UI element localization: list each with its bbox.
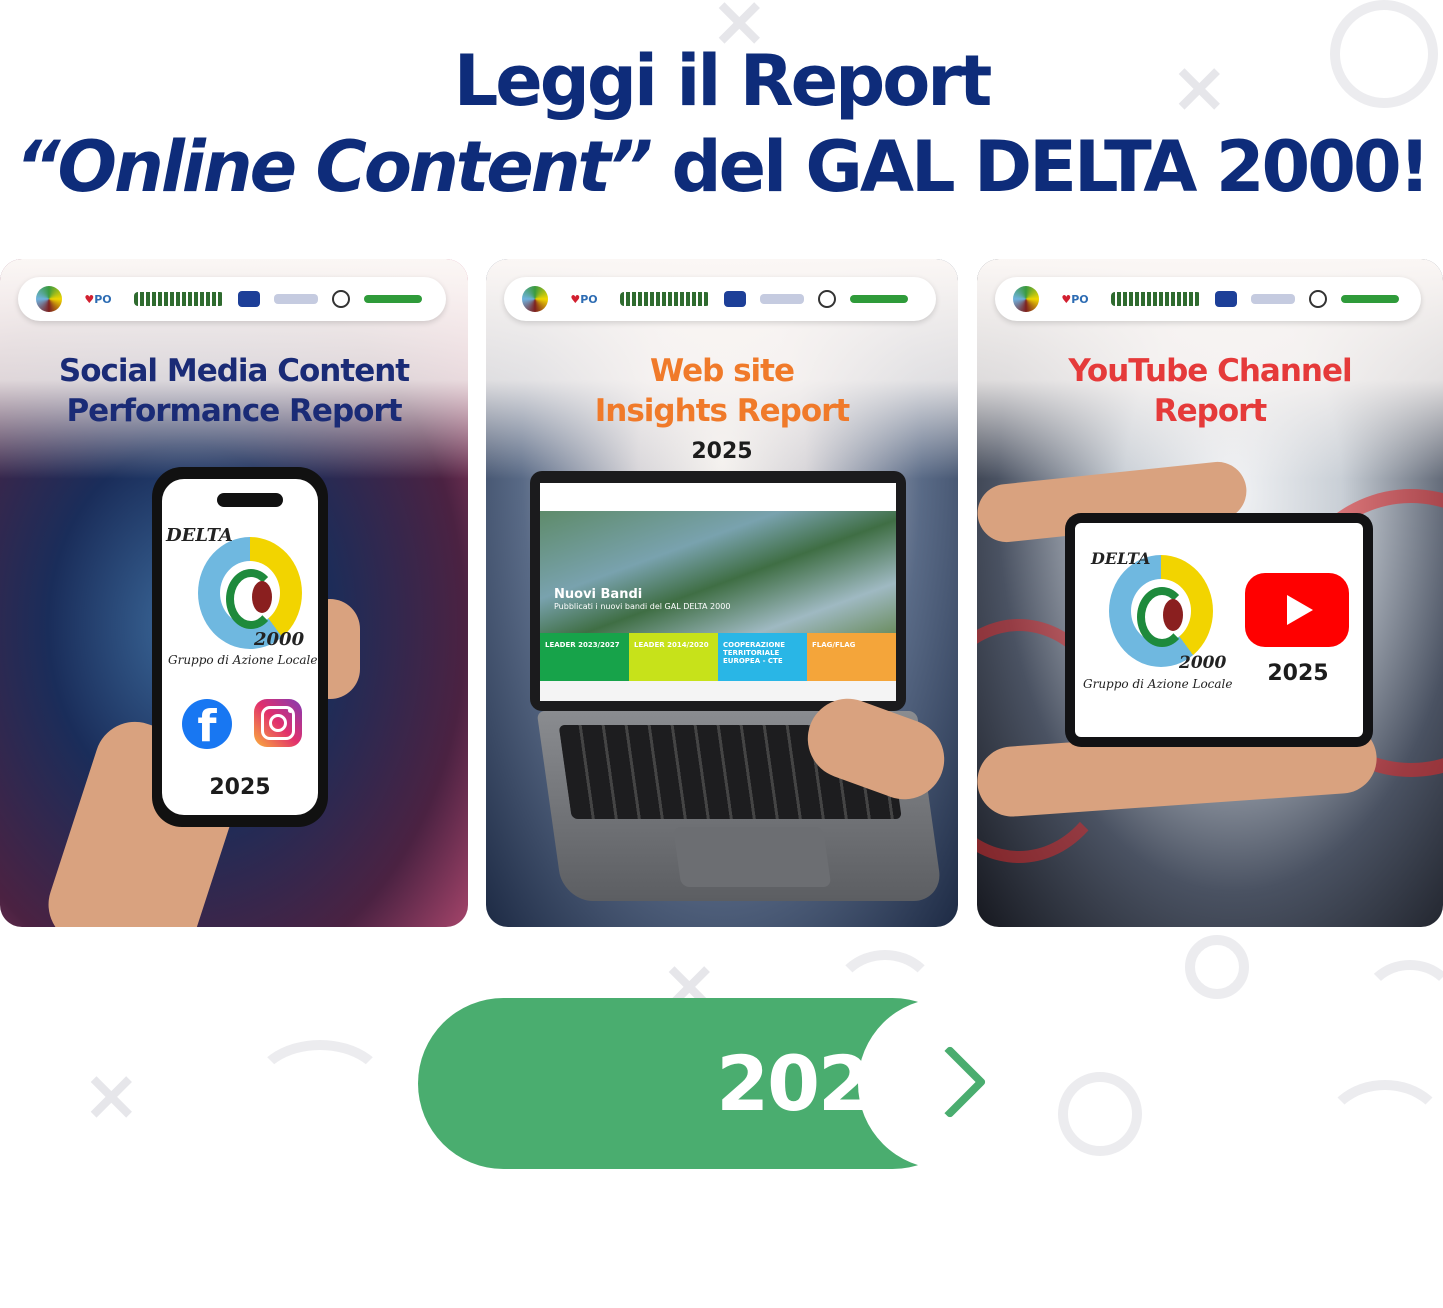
laptop-screen: Nuovi Bandi Pubblicati i nuovi bandi del…	[540, 483, 896, 701]
card-social-media-report[interactable]: ♥ PO Social Media Content Performance Rep…	[0, 259, 468, 927]
italian-republic-emblem-icon	[332, 290, 350, 308]
title-rest: del GAL DELTA 2000!	[650, 126, 1430, 208]
website-hero-title: Nuovi Bandi	[554, 587, 643, 602]
website-tile: LEADER 2023/2027	[540, 633, 629, 681]
gal-delta-logo	[1109, 555, 1213, 667]
title-italic: “Online Content”	[15, 126, 653, 208]
regione-emilia-romagna-logo	[1341, 295, 1399, 303]
card-year: 2025	[1267, 661, 1329, 686]
i-love-po-delta-logo: ♥ PO	[1061, 292, 1089, 306]
i-love-po-delta-logo: ♥ PO	[570, 292, 598, 306]
laptop-mockup: Nuovi Bandi Pubblicati i nuovi bandi del…	[530, 471, 906, 711]
decor-ring	[1185, 935, 1249, 999]
regione-emilia-romagna-logo	[850, 295, 908, 303]
logo-year: 2000	[1179, 653, 1227, 673]
partner-logo-bar: ♥ PO	[18, 277, 446, 321]
phone-screen: DELTA 2000 Gruppo di Azione Locale f 202…	[162, 479, 318, 815]
logo-word: DELTA	[166, 525, 233, 546]
eu-funding-text-logo	[1251, 294, 1295, 304]
laptop-trackpad	[672, 827, 832, 887]
card-title: Web site Insights Report	[486, 351, 958, 431]
tablet-screen: DELTA 2000 Gruppo di Azione Locale 2025	[1075, 523, 1363, 737]
card-youtube-channel-report[interactable]: ♥ PO YouTube Channel Report DELTA 2000 Gr…	[977, 259, 1443, 927]
eu-funding-text-logo	[274, 294, 318, 304]
tablet-mockup: DELTA 2000 Gruppo di Azione Locale 2025	[1065, 513, 1373, 747]
decor-arc	[1320, 1080, 1443, 1190]
website-tile: LEADER 2014/2020	[629, 633, 718, 681]
card-title-line-1: YouTube Channel	[1068, 353, 1352, 389]
card-title-line-1: Web site	[649, 353, 795, 389]
italian-republic-emblem-icon	[1309, 290, 1327, 308]
chevron-right-icon	[913, 1045, 987, 1119]
gal-delta-logo-icon	[36, 286, 62, 312]
website-tile: FLAG/FLAG	[807, 633, 896, 681]
page-title: Leggi il Report “Online Content” del GAL…	[0, 38, 1443, 210]
website-hero-text: Nuovi Bandi Pubblicati i nuovi bandi del…	[554, 587, 730, 611]
title-line-1: Leggi il Report	[453, 40, 993, 122]
gal-delta-logo-icon	[522, 286, 548, 312]
card-website-insights-report[interactable]: ♥ PO Web site Insights Report 2025 Nuovi …	[486, 259, 958, 927]
website-tiles: LEADER 2023/2027 LEADER 2014/2020 COOPER…	[540, 633, 896, 681]
card-title: Social Media Content Performance Report	[0, 351, 468, 431]
partner-logo-bar: ♥ PO	[995, 277, 1421, 321]
sviluppo-rurale-logo	[620, 292, 710, 306]
card-title-line-1: Social Media Content	[58, 353, 410, 389]
sviluppo-rurale-logo	[1111, 292, 1201, 306]
logo-year: 2000	[254, 629, 305, 650]
chevron-cap[interactable]	[858, 998, 1058, 1169]
eu-funding-text-logo	[760, 294, 804, 304]
card-title-line-2: Performance Report	[66, 393, 402, 429]
card-year: 2025	[691, 439, 753, 464]
partner-logo-bar: ♥ PO	[504, 277, 936, 321]
website-hero-subtitle: Pubblicati i nuovi bandi del GAL DELTA 2…	[554, 602, 731, 611]
button-label: 2025	[716, 1039, 922, 1128]
facebook-icon: f	[182, 699, 232, 749]
regione-emilia-romagna-logo	[364, 295, 422, 303]
card-year: 2025	[209, 775, 271, 800]
title-line-2: “Online Content” del GAL DELTA 2000!	[0, 124, 1443, 210]
decor-arc	[1360, 960, 1443, 1050]
decor-cross: ×	[82, 1054, 141, 1136]
eu-flag-icon	[238, 291, 260, 307]
gal-delta-logo-icon	[1013, 286, 1039, 312]
website-tile: COOPERAZIONE TERRITORIALE EUROPEA - CTE	[718, 633, 807, 681]
website-hero-photo	[540, 511, 896, 633]
logo-subtitle: Gruppo di Azione Locale	[168, 653, 318, 667]
decor-arc	[250, 1040, 390, 1140]
logo-word: DELTA	[1091, 549, 1151, 568]
youtube-icon	[1245, 573, 1349, 647]
card-title: YouTube Channel Report	[977, 351, 1443, 431]
website-navbar	[540, 483, 896, 512]
card-title-line-2: Report	[1153, 393, 1268, 429]
phone-notch	[217, 493, 283, 507]
eu-flag-icon	[724, 291, 746, 307]
phone-mockup: DELTA 2000 Gruppo di Azione Locale f 202…	[152, 467, 328, 827]
eu-flag-icon	[1215, 291, 1237, 307]
instagram-icon	[254, 699, 302, 747]
italian-republic-emblem-icon	[818, 290, 836, 308]
card-title-line-2: Insights Report	[594, 393, 851, 429]
logo-subtitle: Gruppo di Azione Locale	[1083, 677, 1233, 691]
sviluppo-rurale-logo	[134, 292, 224, 306]
i-love-po-delta-logo: ♥ PO	[84, 292, 112, 306]
